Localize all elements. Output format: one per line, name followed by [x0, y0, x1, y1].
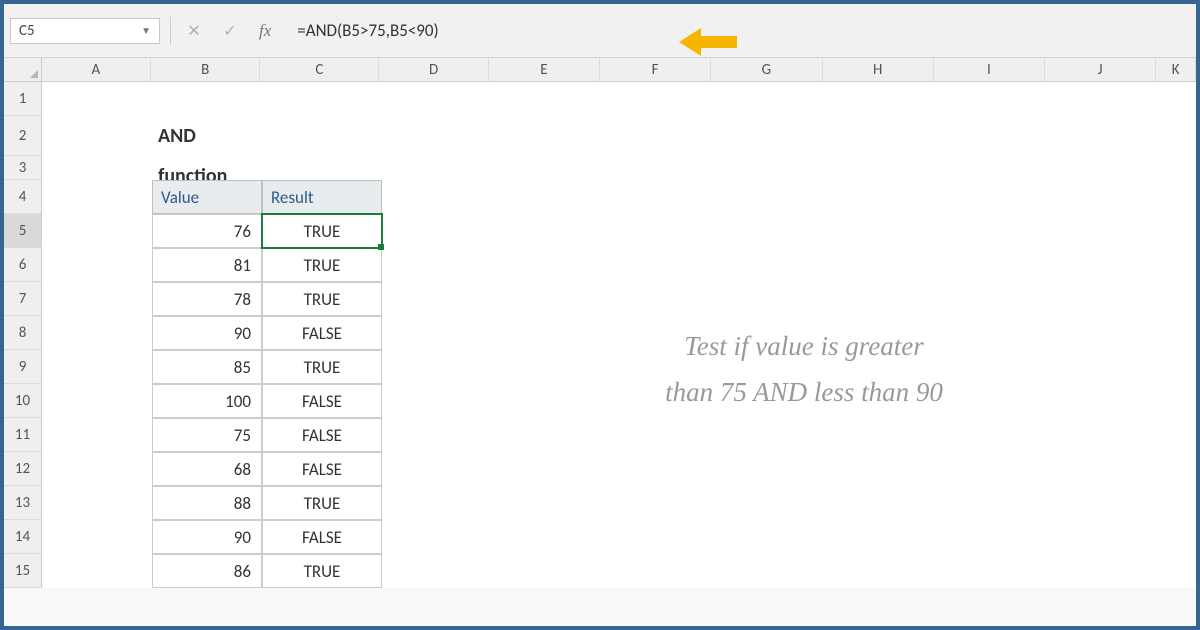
cell[interactable] [382, 82, 492, 116]
col-header[interactable]: F [600, 58, 711, 81]
table-header-result[interactable]: Result [262, 180, 382, 214]
col-header[interactable]: D [379, 58, 488, 81]
row-header[interactable]: 14 [4, 520, 42, 554]
name-box[interactable]: C5 ▼ [10, 18, 160, 44]
table-cell-value[interactable]: 90 [152, 316, 262, 350]
cell[interactable] [42, 316, 152, 350]
table-cell-value[interactable]: 75 [152, 418, 262, 452]
cell[interactable] [152, 82, 262, 116]
cell[interactable] [42, 452, 152, 486]
table-cell-result[interactable]: FALSE [262, 520, 382, 554]
table-cell-value[interactable]: 68 [152, 452, 262, 486]
table-cell-value[interactable]: 100 [152, 384, 262, 418]
row-header[interactable]: 3 [4, 156, 42, 180]
col-header[interactable]: K [1156, 58, 1196, 81]
cell[interactable] [152, 156, 262, 180]
formula-text: =AND(B5>75,B5<90) [297, 20, 438, 41]
column-headers: A B C D E F G H I J K [4, 58, 1196, 82]
table-cell-result[interactable]: TRUE [262, 554, 382, 588]
table-cell-result[interactable]: FALSE [262, 418, 382, 452]
formula-input[interactable]: =AND(B5>75,B5<90) [287, 18, 567, 44]
col-header[interactable]: I [934, 58, 1045, 81]
divider [170, 17, 171, 45]
row-header[interactable]: 6 [4, 248, 42, 282]
cell[interactable] [42, 248, 152, 282]
table-cell-value[interactable]: 85 [152, 350, 262, 384]
col-header[interactable]: H [823, 58, 934, 81]
cell[interactable] [42, 486, 152, 520]
row-header[interactable]: 1 [4, 82, 42, 116]
table-cell-value[interactable]: 90 [152, 520, 262, 554]
table-cell-value[interactable]: 81 [152, 248, 262, 282]
table-cell-result[interactable]: TRUE [262, 214, 382, 248]
col-header[interactable]: B [151, 58, 260, 81]
enter-icon[interactable]: ✓ [217, 18, 243, 44]
row-header[interactable]: 13 [4, 486, 42, 520]
row-header[interactable]: 10 [4, 384, 42, 418]
title-cell[interactable]: AND function [152, 116, 262, 156]
cell[interactable] [42, 384, 152, 418]
table-cell-result[interactable]: FALSE [262, 452, 382, 486]
cell[interactable] [42, 554, 152, 588]
table-cell-result[interactable]: TRUE [262, 248, 382, 282]
row-header[interactable]: 12 [4, 452, 42, 486]
name-box-value: C5 [19, 22, 35, 40]
table-cell-result[interactable]: FALSE [262, 384, 382, 418]
row-header[interactable]: 5 [4, 214, 42, 248]
col-header[interactable]: E [489, 58, 600, 81]
chevron-down-icon[interactable]: ▼ [141, 24, 151, 37]
row-header[interactable]: 4 [4, 180, 42, 214]
row-header[interactable]: 2 [4, 116, 42, 156]
cancel-icon[interactable]: ✕ [181, 18, 207, 44]
row-header[interactable]: 9 [4, 350, 42, 384]
fx-icon[interactable]: fx [253, 21, 277, 41]
cell[interactable] [42, 82, 152, 116]
select-all-corner[interactable] [4, 58, 42, 81]
col-header[interactable]: G [711, 58, 822, 81]
annotation-text: Test if value is greater than 75 AND les… [564, 324, 1044, 416]
cell[interactable] [42, 116, 152, 156]
table-cell-value[interactable]: 76 [152, 214, 262, 248]
row-header[interactable]: 15 [4, 554, 42, 588]
row-header[interactable]: 7 [4, 282, 42, 316]
row-header[interactable]: 8 [4, 316, 42, 350]
cell[interactable] [42, 418, 152, 452]
cell[interactable] [382, 116, 492, 156]
table-header-value[interactable]: Value [152, 180, 262, 214]
table-cell-value[interactable]: 88 [152, 486, 262, 520]
row-header[interactable]: 11 [4, 418, 42, 452]
col-header[interactable]: C [260, 58, 379, 81]
annotation-line: than 75 AND less than 90 [564, 370, 1044, 416]
cell[interactable] [42, 350, 152, 384]
cell[interactable] [262, 156, 382, 180]
cell[interactable] [42, 520, 152, 554]
cell[interactable] [262, 82, 382, 116]
cell[interactable] [42, 214, 152, 248]
table-cell-result[interactable]: FALSE [262, 316, 382, 350]
table-cell-value[interactable]: 78 [152, 282, 262, 316]
col-header[interactable]: J [1045, 58, 1156, 81]
formula-bar: C5 ▼ ✕ ✓ fx =AND(B5>75,B5<90) [4, 4, 1196, 58]
arrow-annotation-icon [679, 24, 739, 60]
cell[interactable] [42, 282, 152, 316]
annotation-line: Test if value is greater [564, 324, 1044, 370]
table-cell-value[interactable]: 86 [152, 554, 262, 588]
cell[interactable] [42, 180, 152, 214]
col-header[interactable]: A [42, 58, 151, 81]
cell[interactable] [262, 116, 382, 156]
table-cell-result[interactable]: TRUE [262, 486, 382, 520]
cell[interactable] [42, 156, 152, 180]
table-cell-result[interactable]: TRUE [262, 282, 382, 316]
table-cell-result[interactable]: TRUE [262, 350, 382, 384]
